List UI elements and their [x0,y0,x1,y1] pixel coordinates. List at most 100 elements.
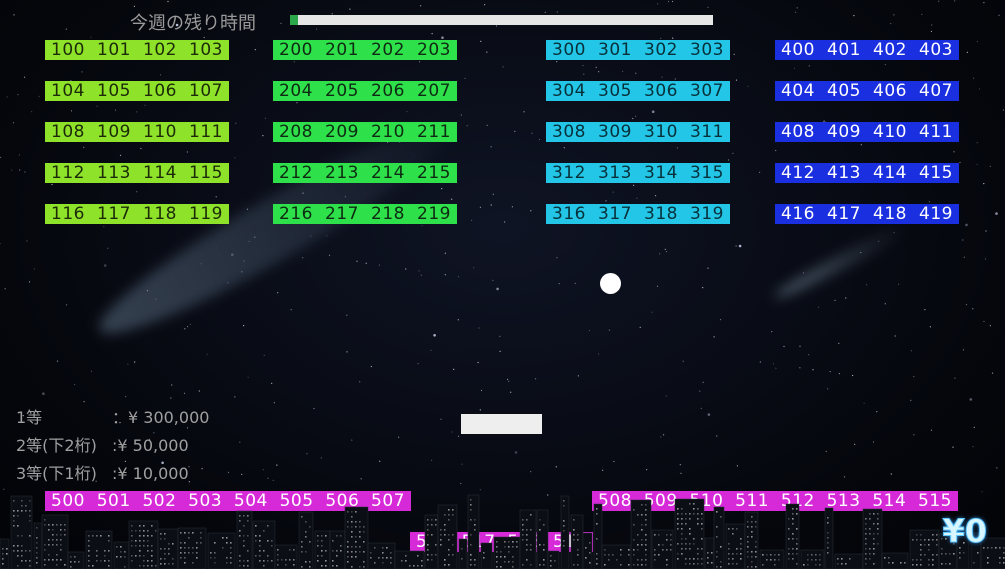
building-window [873,553,875,555]
star [775,149,777,152]
building-window [70,556,72,558]
brick-number: 400 [781,40,815,60]
star [759,361,761,363]
brick-number: 317 [598,204,632,224]
building-window [474,519,476,521]
building-window [56,559,58,561]
star [65,28,67,30]
star [316,28,318,30]
building [759,549,785,569]
building-window [496,541,498,543]
building-window [827,532,829,534]
building-window [945,553,947,555]
building-window [500,551,502,553]
building-window [192,552,194,554]
building-window [168,553,170,555]
building-window [281,559,283,561]
building-window [21,505,23,507]
building-window [641,524,643,526]
star [884,303,886,305]
prize-name: 3等(下1桁) [16,464,97,483]
star [477,361,479,364]
building-window [637,549,639,551]
star [538,138,541,141]
brick-row-group1: 108 109 110 111 [45,122,229,142]
building-window [139,565,141,567]
building-window [363,541,365,543]
building-window [924,554,926,556]
building-window [681,553,683,555]
star [671,0,674,3]
building-window [496,566,498,568]
building-window [774,564,776,566]
building-window [928,564,930,566]
building [704,537,715,569]
building-window [340,550,342,552]
building-window [654,534,656,536]
building-window [452,554,454,556]
building-window [1003,547,1005,549]
building-window [645,539,647,541]
paddle[interactable] [461,414,542,434]
star [605,200,607,202]
building-window [56,564,58,566]
star [672,37,674,39]
building-window [96,535,98,537]
star [555,466,557,468]
building-window [36,547,38,549]
star [523,111,525,113]
building-window [736,563,738,565]
city-skyline [0,494,1005,569]
star [530,210,532,212]
building-window [29,565,31,567]
building-window [184,557,186,559]
building-window [920,564,922,566]
building-window [877,523,879,525]
star [83,401,85,403]
star [103,226,105,228]
brick-number: 402 [873,40,907,60]
building-window [596,538,598,540]
star [198,390,200,392]
star [19,169,21,171]
building-window [526,534,528,536]
star [913,434,915,436]
star [989,325,992,327]
building-window [770,554,772,556]
building-window [707,557,709,559]
building-window [728,548,730,550]
building-window [143,565,145,567]
star [884,64,886,66]
building-window [736,553,738,555]
brick-number: 107 [189,81,223,101]
star [276,464,278,466]
building-window [21,550,23,552]
building-window [543,549,545,551]
building-window [522,529,524,531]
building-window [755,526,757,528]
star [349,8,351,10]
building-window [309,561,311,563]
prize-table: 1等 ：¥ 300,000 2等(下2桁) :¥ 50,000 3等(下1桁) … [16,404,209,488]
star [418,270,420,272]
building-window [873,533,875,535]
building-window [301,516,303,518]
star [0,243,1,245]
building-window [6,553,8,555]
building-window [259,550,261,552]
building-window [873,543,875,545]
star [910,399,912,401]
building-window [526,529,528,531]
building-window [716,566,718,568]
building-window [685,548,687,550]
building-window [959,557,961,559]
building-window [689,563,691,565]
brick-number: 113 [97,163,131,183]
building-window [522,519,524,521]
building-window [305,551,307,553]
building-window [792,553,794,555]
brick-number: 207 [417,81,451,101]
building-window [685,513,687,515]
building-window [448,549,450,551]
building-window [355,511,357,513]
